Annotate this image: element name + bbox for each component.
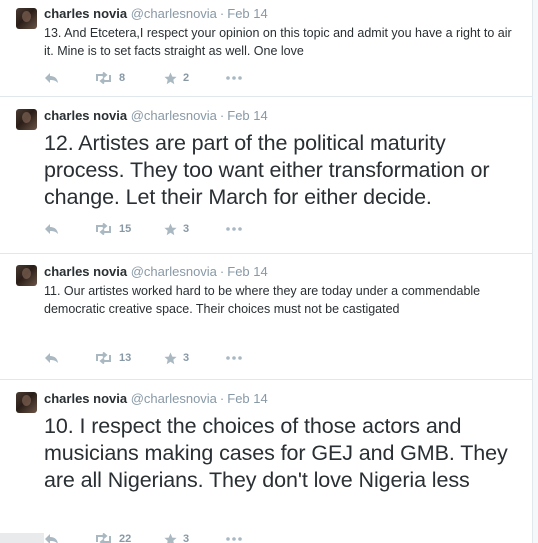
retweet-count: 22 <box>119 533 132 543</box>
tweet-header: charles novia @charlesnovia · Feb 14 <box>44 6 522 22</box>
retweet-button[interactable]: 15 <box>94 221 131 237</box>
more-button[interactable] <box>226 221 242 237</box>
tweet-timestamp[interactable]: Feb 14 <box>227 6 267 21</box>
tweet[interactable]: charles novia @charlesnovia · Feb 14 12. A… <box>0 97 532 254</box>
tweet-timestamp[interactable]: Feb 14 <box>227 264 267 279</box>
tweet[interactable]: charles novia @charlesnovia · Feb 14 10. I… <box>0 380 532 543</box>
reply-arrow-icon <box>45 73 58 83</box>
separator-dot: · <box>219 108 225 123</box>
reply-arrow-icon <box>45 534 58 543</box>
separator-dot: · <box>219 391 225 406</box>
tweet-text: 11. Our artistes worked hard to be where… <box>44 284 481 316</box>
tweet-timeline: charles novia @charlesnovia · Feb 14 13. A… <box>0 0 533 543</box>
avatar[interactable] <box>16 8 37 29</box>
tweet-header: charles novia @charlesnovia · Feb 14 <box>44 108 522 124</box>
more-button[interactable] <box>226 531 242 543</box>
favorite-button[interactable]: 3 <box>164 531 189 543</box>
reply-button[interactable] <box>44 70 59 86</box>
more-button[interactable] <box>226 350 242 366</box>
reply-button[interactable] <box>44 221 59 237</box>
tweet-text: 13. And Etcetera,I respect your opinion … <box>44 26 512 58</box>
separator-dot: · <box>219 6 225 21</box>
avatar[interactable] <box>16 109 37 130</box>
tweet[interactable]: charles novia @charlesnovia · Feb 14 13. A… <box>0 0 532 97</box>
user-handle[interactable]: @charlesnovia <box>131 264 217 279</box>
favorite-button[interactable]: 3 <box>164 350 189 366</box>
tweet[interactable]: charles novia @charlesnovia · Feb 14 11. O… <box>0 254 532 380</box>
ellipsis-icon <box>226 76 242 80</box>
tweet-text: 12. Artistes are part of the political m… <box>44 131 490 209</box>
separator-dot: · <box>219 264 225 279</box>
retweet-count: 13 <box>119 352 132 364</box>
retweet-arrows-icon <box>96 533 111 543</box>
retweet-button[interactable]: 22 <box>94 531 131 543</box>
user-handle[interactable]: @charlesnovia <box>131 6 217 21</box>
favorite-button[interactable]: 2 <box>164 70 189 86</box>
reply-button[interactable] <box>44 350 59 366</box>
star-icon <box>164 72 177 84</box>
tweet-header: charles novia @charlesnovia · Feb 14 <box>44 391 522 407</box>
user-handle[interactable]: @charlesnovia <box>131 108 217 123</box>
ellipsis-icon <box>226 356 242 360</box>
star-icon <box>164 223 177 235</box>
favorite-button[interactable]: 3 <box>164 221 189 237</box>
avatar[interactable] <box>16 265 37 286</box>
tweet-timestamp[interactable]: Feb 14 <box>227 391 267 406</box>
ellipsis-icon <box>226 227 242 231</box>
avatar[interactable] <box>16 392 37 413</box>
tweet-header: charles novia @charlesnovia · Feb 14 <box>44 264 522 280</box>
star-icon <box>164 352 177 364</box>
reply-arrow-icon <box>45 353 58 363</box>
favorite-count: 3 <box>183 352 190 364</box>
retweet-button[interactable]: 13 <box>94 350 131 366</box>
tweet-timestamp[interactable]: Feb 14 <box>227 108 267 123</box>
more-button[interactable] <box>226 70 242 86</box>
retweet-button[interactable]: 8 <box>94 70 125 86</box>
ellipsis-icon <box>226 537 242 541</box>
reply-button[interactable] <box>44 531 59 543</box>
user-handle[interactable]: @charlesnovia <box>131 391 217 406</box>
retweet-count: 15 <box>119 223 132 235</box>
retweet-arrows-icon <box>96 223 111 235</box>
user-fullname[interactable]: charles novia <box>44 6 127 21</box>
favorite-count: 3 <box>183 223 190 235</box>
user-fullname[interactable]: charles novia <box>44 108 127 123</box>
retweet-count: 8 <box>119 72 126 84</box>
retweet-arrows-icon <box>96 352 111 364</box>
star-icon <box>164 533 177 543</box>
tweet-text: 10. I respect the choices of those actor… <box>44 414 508 492</box>
favorite-count: 2 <box>183 72 190 84</box>
retweet-arrows-icon <box>96 72 111 84</box>
user-fullname[interactable]: charles novia <box>44 391 127 406</box>
user-fullname[interactable]: charles novia <box>44 264 127 279</box>
favorite-count: 3 <box>183 533 190 543</box>
window-edge <box>0 533 44 543</box>
reply-arrow-icon <box>45 224 58 234</box>
